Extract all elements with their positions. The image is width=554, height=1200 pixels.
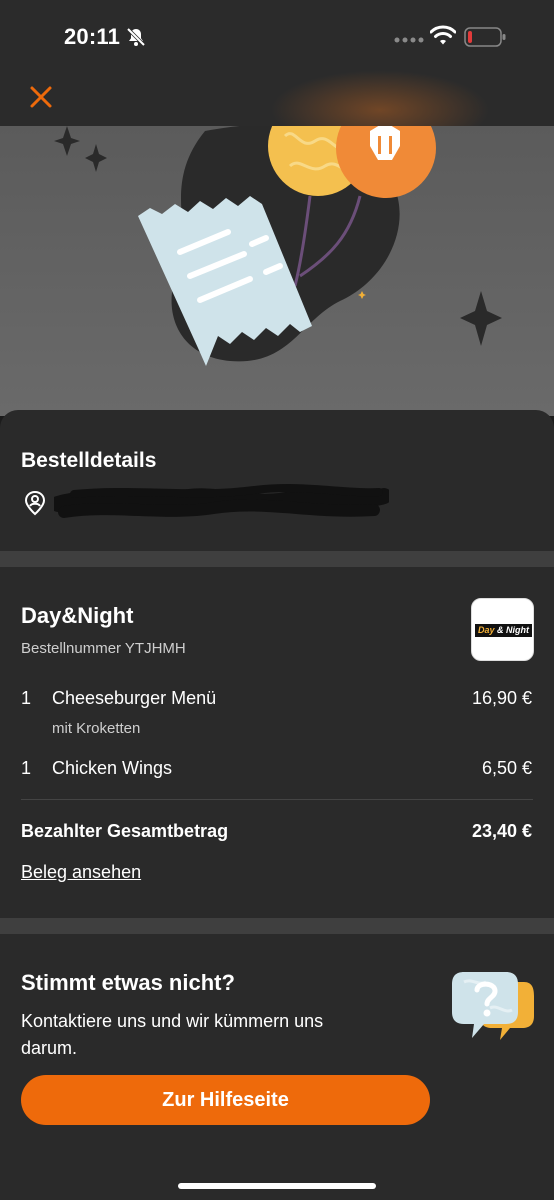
item-price: 16,90 €: [471, 688, 532, 708]
total-separator: [21, 799, 533, 800]
view-receipt-link[interactable]: Beleg ansehen: [21, 862, 141, 883]
location-pin-icon: [24, 490, 46, 516]
battery-icon: [464, 27, 506, 47]
hero-illustration: [0, 126, 554, 416]
status-time: 20:11: [64, 24, 121, 49]
section-divider: [0, 918, 554, 934]
logo-text-b: & Night: [497, 625, 529, 635]
total-label: Bezahlter Gesamtbetrag: [21, 821, 229, 841]
restaurant-name: Day&Night: [21, 603, 134, 628]
item-price: 6,50 €: [481, 758, 532, 778]
logo-text-a: Day: [477, 625, 497, 635]
order-number: Bestellnummer YTJHMH: [21, 640, 186, 657]
top-bar: [0, 0, 554, 150]
bell-off-icon: [126, 27, 146, 47]
order-details-title: Bestelldetails: [21, 449, 157, 472]
wifi-icon: [430, 25, 456, 45]
question-bubble-icon: [452, 972, 534, 1040]
redacted-address: [54, 484, 389, 518]
logo-text: Day & Night: [476, 624, 531, 637]
signal-dots-icon: [394, 37, 424, 43]
help-title: Stimmt etwas nicht?: [21, 970, 235, 995]
item-option: mit Kroketten: [52, 720, 141, 737]
item-qty: 1: [21, 688, 32, 708]
home-indicator: [178, 1183, 376, 1189]
total-value: 23,40 €: [471, 821, 532, 841]
help-page-button[interactable]: Zur Hilfeseite: [21, 1075, 430, 1125]
section-divider: [0, 551, 554, 567]
restaurant-logo: Day & Night: [471, 598, 534, 661]
item-name: Cheeseburger Menü: [52, 688, 217, 708]
item-qty: 1: [21, 758, 32, 778]
receipt-balloons-illustration: [54, 126, 502, 366]
close-icon[interactable]: [26, 82, 56, 112]
item-name: Chicken Wings: [52, 758, 173, 778]
help-text: Kontaktiere uns und wir kümmern uns daru…: [21, 1011, 324, 1058]
